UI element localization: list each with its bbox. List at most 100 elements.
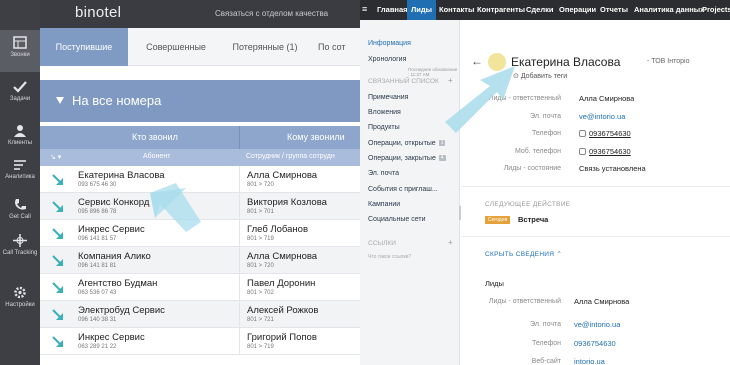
hide-details-label: СКРЫТЬ СВЕДЕНИЯ (485, 251, 555, 258)
employee-route: 801 > 720 (247, 182, 274, 188)
contact-quality-link[interactable]: Связаться с отделом качества (215, 9, 328, 18)
field-phone-label: Телефон (531, 130, 561, 137)
links-hint[interactable]: Что такое ссылки? (368, 254, 411, 260)
nav-tasks[interactable]: Задачи (0, 74, 40, 116)
table-row[interactable]: Екатерина Власова 093 675 46 30 Алла Смирн… (40, 166, 360, 193)
caller-name[interactable]: Сервис Конкорд (78, 197, 149, 208)
add-tags-link[interactable]: ⊙ Добавить теги (513, 72, 567, 80)
field-mobile-label: Моб. телефон (515, 148, 561, 155)
sidebar-open-operations-label: Операции, открытые (368, 140, 436, 147)
table-row[interactable]: Инкрес Сервис 096 141 81 57 Глеб Лобанов 80… (40, 220, 360, 247)
employee-name[interactable]: Алексей Рожков (247, 305, 318, 316)
binotel-logo[interactable]: binotel (75, 4, 121, 21)
column-caller: Кто звонил (132, 132, 178, 142)
menu-contacts[interactable]: Контакты (439, 5, 474, 14)
tab-missed[interactable]: Потерянные (1) (224, 28, 306, 66)
detail-phone-label: Телефон (531, 340, 561, 347)
menu-data-analytics[interactable]: Аналитика данных (634, 5, 704, 14)
avatar[interactable] (488, 53, 506, 71)
detail-phone-value[interactable]: 0936754630 (574, 339, 616, 348)
links-header: ССЫЛКИ (368, 240, 396, 247)
nav-settings[interactable]: Настройки (0, 280, 40, 322)
menu-home[interactable]: Главная (377, 5, 408, 14)
employee-name[interactable]: Алла Смирнова (247, 251, 317, 262)
employee-name[interactable]: Глеб Лобанов (247, 224, 308, 235)
column-divider (239, 193, 240, 220)
incoming-call-icon (52, 282, 63, 293)
tab-incoming[interactable]: Поступившие (40, 28, 128, 66)
caller-name[interactable]: Инкрес Сервис (78, 332, 145, 343)
employee-name[interactable]: Григорий Попов (247, 332, 317, 343)
sort-toggle[interactable]: ↘ ▾ (50, 153, 61, 161)
nav-analytics[interactable]: Аналитика (0, 152, 40, 194)
column-divider (239, 328, 240, 355)
numbers-filter[interactable]: На все номера (40, 80, 360, 122)
tab-outgoing[interactable]: Совершенные (128, 28, 224, 66)
nav-tasks-label: Задачи (9, 96, 31, 102)
sidebar-chronology[interactable]: Хронология (368, 56, 406, 63)
detail-website-value[interactable]: intorio.ua (574, 357, 605, 365)
field-status-value[interactable]: Связь установлена (579, 164, 646, 173)
menu-projects[interactable]: Projects (702, 5, 730, 14)
phone-icon (579, 130, 586, 137)
field-phone-value[interactable]: 0936754630 (579, 129, 631, 138)
menu-deals[interactable]: Сделки (526, 5, 553, 14)
caller-name[interactable]: Екатерина Власова (78, 170, 165, 181)
gear-icon (14, 286, 26, 299)
column-divider (239, 166, 240, 193)
add-link-icon[interactable]: + (448, 238, 453, 247)
employee-name[interactable]: Алла Смирнова (247, 170, 317, 181)
nav-calls[interactable]: Звонки (0, 30, 40, 72)
caller-name[interactable]: Электробуд Сервис (78, 305, 165, 316)
mobile-number: 0936754630 (589, 147, 631, 156)
tracking-icon (13, 234, 27, 247)
next-action-value[interactable]: Встреча (518, 215, 548, 224)
employee-name[interactable]: Виктория Козлова (247, 197, 327, 208)
lead-company[interactable]: - ТОВ Інторіо (647, 58, 689, 65)
field-email-value[interactable]: ve@intorio.ua (579, 112, 625, 121)
caller-name[interactable]: Агентство Будман (78, 278, 157, 289)
sidebar-email[interactable]: Эл. почта (368, 170, 399, 177)
sidebar-events[interactable]: События с приглаш... (368, 186, 438, 193)
field-owner-value[interactable]: Алла Смирнова (579, 94, 634, 103)
detail-email-value[interactable]: ve@intorio.ua (574, 320, 620, 329)
sidebar-open-operations[interactable]: Операции, открытые 1 (368, 140, 446, 147)
menu-leads[interactable]: Лиды (407, 0, 437, 20)
sidebar-products[interactable]: Продукты (368, 124, 400, 131)
caller-name[interactable]: Инкрес Сервис (78, 224, 145, 235)
sidebar-closed-operations[interactable]: Операции, закрытые 4 (368, 155, 446, 162)
sidebar-social[interactable]: Социальные сети (368, 216, 426, 223)
table-row[interactable]: Агентство Будман 063 536 07 43 Павел Дорон… (40, 274, 360, 301)
menu-reports[interactable]: Отчеты (600, 5, 628, 14)
table-row[interactable]: Компания Алико 096 141 81 81 Алла Смирнова… (40, 247, 360, 274)
sidebar-notes[interactable]: Примечания (368, 94, 408, 101)
field-status-label: Лиды - состояние (503, 165, 561, 172)
menu-icon[interactable]: ≡ (362, 4, 367, 14)
hide-details-toggle[interactable]: СКРЫТЬ СВЕДЕНИЯ ⌃ (485, 250, 562, 258)
employee-route: 801 > 719 (247, 236, 274, 242)
binotel-header: binotel Связаться с отделом качества (40, 0, 360, 28)
detail-owner-value[interactable]: Алла Смирнова (574, 297, 629, 306)
add-related-icon[interactable]: + (448, 76, 453, 85)
back-arrow-icon[interactable]: ← (471, 54, 483, 68)
table-row[interactable]: Инкрес Сервис 063 289 21 22 Григорий Попов… (40, 328, 360, 355)
caller-name[interactable]: Компания Алико (78, 251, 151, 262)
column-divider (239, 274, 240, 301)
triangle-down-icon (56, 97, 64, 104)
menu-operations[interactable]: Операции (559, 5, 596, 14)
nav-calltracking[interactable]: Call Tracking (0, 228, 40, 270)
screenshot-root: Звонки Задачи Клиенты Аналитика Get Call… (0, 0, 730, 365)
employee-name[interactable]: Павел Доронин (247, 278, 315, 289)
table-row[interactable]: Сервис Конкорд 095 896 86 78 Виктория Козл… (40, 193, 360, 220)
sidebar-campaigns[interactable]: Кампании (368, 201, 400, 208)
incoming-call-icon (52, 174, 63, 185)
menu-counterparties[interactable]: Контрагенты (477, 5, 525, 14)
field-mobile-value[interactable]: 0936754630 (579, 147, 631, 156)
field-email-label: Эл. почта (530, 113, 561, 120)
sidebar-attachments[interactable]: Вложения (368, 109, 401, 116)
incoming-call-icon (52, 309, 63, 320)
table-column-headers: Кто звонил Кому звонили (40, 126, 360, 149)
closed-count-badge: 4 (438, 155, 446, 161)
table-row[interactable]: Электробуд Сервис 096 140 38 31 Алексей Ро… (40, 301, 360, 328)
sidebar-info[interactable]: Информация (368, 40, 411, 47)
